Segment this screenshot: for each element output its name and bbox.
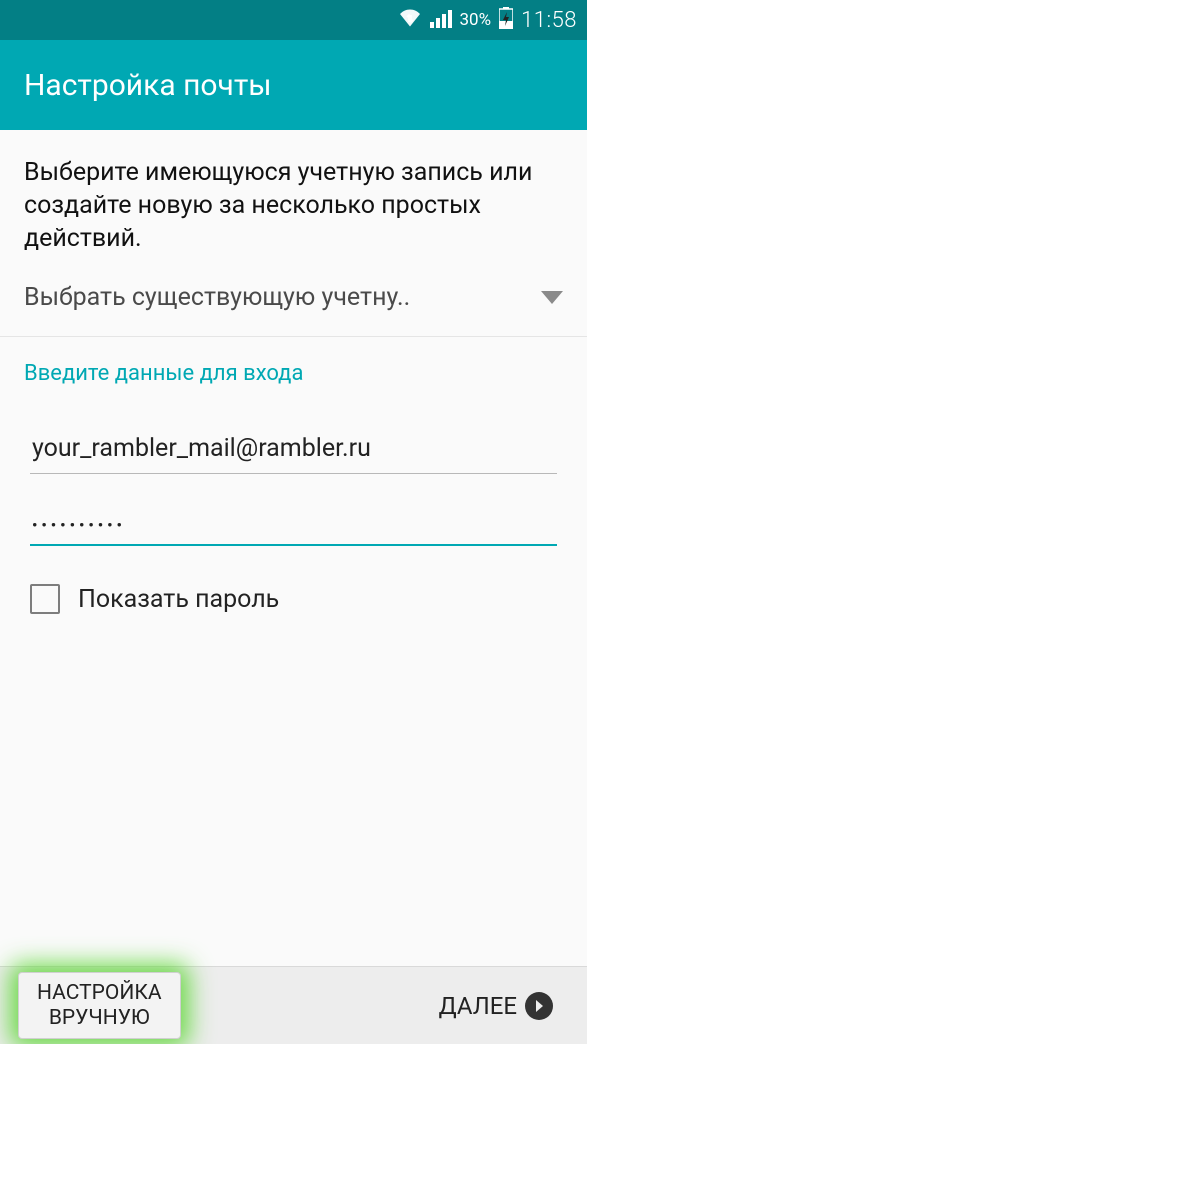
bottom-bar: НАСТРОЙКА ВРУЧНУЮ ДАЛЕЕ — [0, 966, 587, 1044]
show-password-row[interactable]: Показать пароль — [0, 546, 587, 614]
clock: 11:58 — [521, 8, 577, 33]
dropdown-label: Выбрать существующую учетну.. — [24, 283, 410, 312]
app-header: Настройка почты — [0, 40, 587, 130]
phone-screen: 30% 11:58 Настройка почты Выберите имеющ… — [0, 0, 587, 1044]
manual-setup-label-line2: ВРУЧНУЮ — [49, 1006, 150, 1030]
intro-text: Выберите имеющуюся учетную запись или со… — [0, 130, 587, 265]
login-section-label: Введите данные для входа — [0, 337, 587, 392]
chevron-right-icon — [525, 992, 553, 1020]
content: Выберите имеющуюся учетную запись или со… — [0, 130, 587, 614]
next-button[interactable]: ДАЛЕЕ — [439, 992, 553, 1020]
show-password-label: Показать пароль — [78, 585, 279, 614]
signal-icon — [430, 8, 452, 33]
email-field[interactable] — [30, 428, 557, 474]
battery-percentage: 30% — [460, 10, 492, 30]
checkbox-icon[interactable] — [30, 584, 60, 614]
battery-charging-icon — [499, 7, 513, 34]
wifi-icon — [398, 8, 422, 33]
password-field[interactable] — [30, 510, 557, 546]
account-dropdown[interactable]: Выбрать существующую учетну.. — [0, 265, 587, 337]
status-bar: 30% 11:58 — [0, 0, 587, 40]
manual-setup-button[interactable]: НАСТРОЙКА ВРУЧНУЮ — [18, 972, 181, 1038]
next-button-label: ДАЛЕЕ — [439, 992, 517, 1020]
page-title: Настройка почты — [24, 68, 272, 103]
manual-setup-label-line1: НАСТРОЙКА — [37, 981, 162, 1005]
chevron-down-icon — [541, 291, 563, 304]
